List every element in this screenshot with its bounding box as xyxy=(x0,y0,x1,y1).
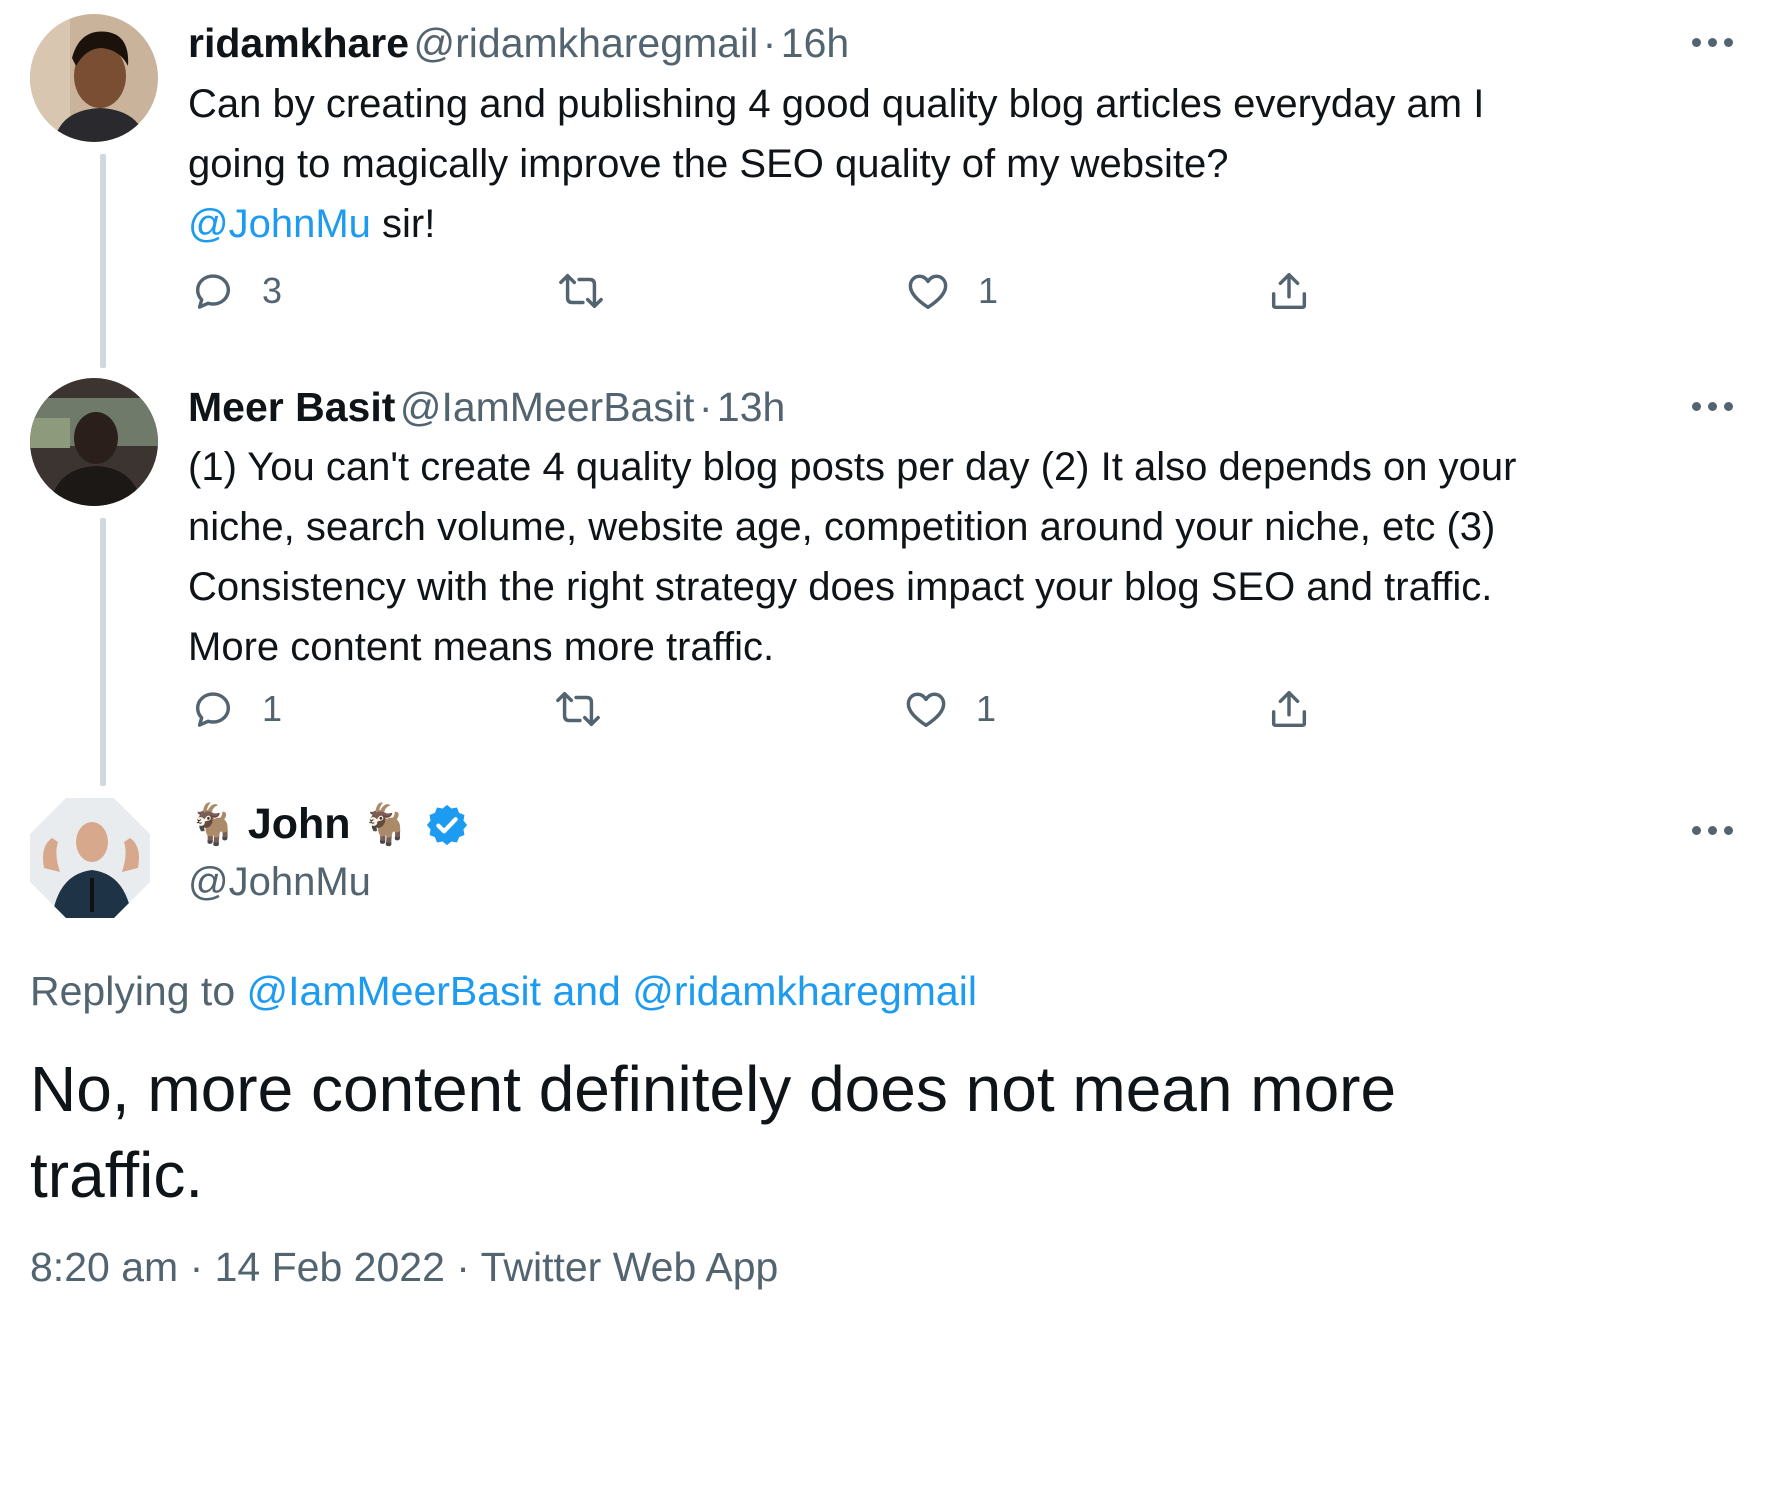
share-button[interactable] xyxy=(1266,268,1312,314)
like-icon xyxy=(906,692,946,728)
share-icon xyxy=(1271,272,1307,310)
share-button[interactable] xyxy=(1266,686,1312,732)
avatar-ridamkhare[interactable] xyxy=(30,14,158,142)
separator: · xyxy=(762,20,777,66)
avatar-johnmu[interactable] xyxy=(30,798,150,918)
verified-badge-icon xyxy=(427,804,468,845)
mention-link[interactable]: @JohnMu xyxy=(188,202,371,246)
goat-emoji: 🐐 xyxy=(360,803,411,847)
main-author[interactable]: 🐐 John 🐐 xyxy=(188,800,470,849)
avatar-meerbasit[interactable] xyxy=(30,378,158,506)
thread-line xyxy=(100,518,106,786)
author-handle[interactable]: @JohnMu xyxy=(188,860,371,905)
reply-icon xyxy=(195,274,231,309)
more-icon[interactable] xyxy=(1692,826,1733,835)
tweet-time[interactable]: 8:20 am xyxy=(30,1244,178,1290)
tweet-body: Can by creating and publishing 4 good qu… xyxy=(188,82,1485,186)
author-handle[interactable]: @ridamkharegmail xyxy=(414,20,759,66)
like-button[interactable]: 1 xyxy=(904,268,998,314)
separator: · xyxy=(698,384,713,430)
tweet-date[interactable]: 14 Feb 2022 xyxy=(215,1244,445,1290)
author-name[interactable]: Meer Basit xyxy=(188,384,395,430)
reply-count: 3 xyxy=(262,270,283,311)
tweet-meta: 8:20 am · 14 Feb 2022 · Twitter Web App xyxy=(30,1244,778,1291)
reply-icon xyxy=(195,692,231,727)
reply-count: 1 xyxy=(262,688,283,729)
tweet-source[interactable]: Twitter Web App xyxy=(481,1244,779,1290)
author-name[interactable]: John xyxy=(248,800,351,849)
replying-prefix: Replying to xyxy=(30,968,236,1014)
tweet-header: ridamkhare @ridamkharegmail · 16h xyxy=(188,20,849,67)
retweet-icon xyxy=(556,691,600,727)
share-icon xyxy=(1271,690,1307,728)
more-icon[interactable] xyxy=(1692,38,1733,47)
reply-button[interactable]: 3 xyxy=(190,268,282,314)
like-icon xyxy=(908,274,948,310)
like-button[interactable]: 1 xyxy=(902,686,996,732)
more-icon[interactable] xyxy=(1692,402,1733,411)
replying-to: Replying to @IamMeerBasit and @ridamkhar… xyxy=(30,968,977,1015)
like-count: 1 xyxy=(976,688,997,729)
tweet-text: (1) You can't create 4 quality blog post… xyxy=(188,437,1533,677)
separator: · xyxy=(456,1244,470,1290)
retweet-icon xyxy=(559,273,603,309)
tweet-text: Can by creating and publishing 4 good qu… xyxy=(188,74,1528,254)
like-count: 1 xyxy=(978,270,999,311)
main-tweet-text: No, more content definitely does not mea… xyxy=(30,1053,1397,1211)
retweet-button[interactable] xyxy=(556,268,606,314)
tweet-body: (1) You can't create 4 quality blog post… xyxy=(188,445,1517,669)
replying-handles-link[interactable]: @IamMeerBasit and @ridamkharegmail xyxy=(247,968,977,1014)
timestamp[interactable]: 13h xyxy=(717,384,785,430)
goat-emoji: 🐐 xyxy=(188,803,238,847)
tweet-header: Meer Basit @IamMeerBasit · 13h xyxy=(188,384,785,431)
reply-button[interactable]: 1 xyxy=(190,686,282,732)
timestamp[interactable]: 16h xyxy=(781,20,849,66)
separator: · xyxy=(189,1244,204,1290)
retweet-button[interactable] xyxy=(553,686,603,732)
tweet-body-end: sir! xyxy=(370,202,436,246)
thread-line xyxy=(100,154,106,368)
author-name[interactable]: ridamkhare xyxy=(188,20,409,66)
author-handle[interactable]: @IamMeerBasit xyxy=(400,384,695,430)
